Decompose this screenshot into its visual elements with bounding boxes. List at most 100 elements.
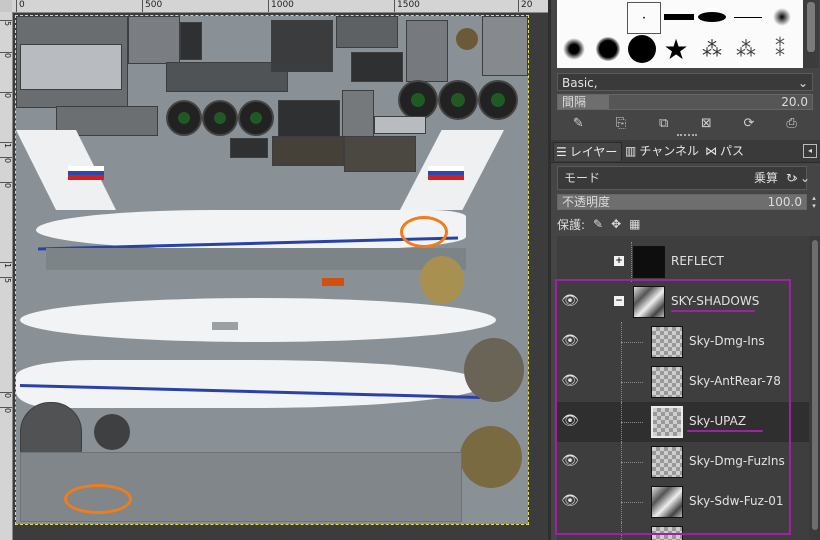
refresh-brushes-icon[interactable]: ⟳ <box>740 114 758 132</box>
lock-label: 保護: <box>557 217 586 232</box>
texture-panel <box>342 90 374 138</box>
lock-alpha-icon[interactable]: ▦ <box>629 217 640 231</box>
ruler-tick: 20 <box>518 0 532 12</box>
layer-row[interactable]: 👁 Sky-Dmg-Ins <box>557 322 809 362</box>
tab-layers[interactable]: ☰ レイヤー <box>553 142 623 161</box>
layer-row[interactable] <box>557 522 809 540</box>
opacity-label: 不透明度 <box>562 195 611 209</box>
tab-menu-icon[interactable]: ◂ <box>803 144 817 158</box>
collapse-group-icon[interactable]: − <box>614 296 624 306</box>
layers-scrollbar[interactable] <box>809 236 820 540</box>
ruler-corner[interactable] <box>0 0 12 12</box>
opacity-value: 100.0 <box>767 195 802 209</box>
reset-mode-icon[interactable]: ↻ <box>786 171 796 185</box>
tree-line <box>621 422 643 423</box>
horizontal-ruler[interactable]: 0 500 1000 1500 20 <box>12 0 548 13</box>
tree-line <box>621 502 643 503</box>
opacity-slider[interactable]: 不透明度 100.0 <box>557 194 807 210</box>
layer-row[interactable]: 👁 Sky-Sdw-Fuz-01 <box>557 482 809 522</box>
texture-image[interactable] <box>15 15 529 525</box>
texture-panel <box>336 16 398 48</box>
texture-panel <box>278 100 340 138</box>
brush-scrollbar[interactable] <box>803 0 819 68</box>
brush-tag-value: Basic, <box>562 76 598 90</box>
blend-mode-select[interactable]: モード 乗算 › <box>557 166 807 190</box>
brush-preset[interactable] <box>557 0 587 30</box>
visibility-eye-icon[interactable]: 👁 <box>559 492 581 510</box>
texture-panel <box>406 20 448 82</box>
new-brush-icon[interactable]: ⎘ <box>612 114 630 132</box>
tab-label: レイヤー <box>569 145 618 159</box>
layer-row[interactable]: + REFLECT <box>557 242 809 282</box>
brush-preset[interactable] <box>593 34 623 64</box>
layer-row[interactable]: 👁 Sky-AntRear-78 <box>557 362 809 402</box>
star-brush-icon[interactable]: ★ <box>661 33 691 66</box>
chevron-down-icon: ⌄ <box>797 76 808 90</box>
layer-row[interactable]: 👁 − SKY-SHADOWS <box>557 282 809 322</box>
layer-row[interactable]: 👁 Sky-Dmg-FuzIns <box>557 442 809 482</box>
visibility-eye-icon[interactable]: 👁 <box>559 332 581 350</box>
image-canvas-area[interactable]: 0 500 1000 1500 20 5 0 0 1 0 0 1 5 0 0 <box>0 0 548 540</box>
brush-preset[interactable] <box>767 2 797 32</box>
opacity-spinner[interactable]: ▴ ▾ <box>809 194 819 210</box>
texture-panel <box>482 16 528 76</box>
layer-row-selected[interactable]: 👁 Sky-UPAZ <box>557 402 809 442</box>
flag-left <box>68 166 104 180</box>
duplicate-brush-icon[interactable]: ⧉ <box>655 114 673 132</box>
brush-grid[interactable]: • ★ ⁂ ⁂ ⁑ <box>557 0 803 68</box>
splatter-brush-icon[interactable]: ⁂ <box>731 34 761 64</box>
spacing-label: 間隔 <box>562 95 587 109</box>
spacing-slider[interactable]: 間隔 20.0 <box>557 94 813 110</box>
brush-tag-select[interactable]: Basic, ⌄ <box>557 73 813 91</box>
dock-tabs: ☰ レイヤー ▥ チャンネル ⋈ パス ◂ <box>551 140 820 163</box>
fuselage-side-bottom <box>16 360 486 408</box>
layer-name: Sky-AntRear-78 <box>689 374 781 388</box>
visibility-eye-icon[interactable]: 👁 <box>559 412 581 430</box>
open-brush-as-image-icon[interactable]: ⎙ <box>783 114 801 132</box>
ruler-tick: 0 <box>16 0 25 12</box>
texture-panel <box>374 116 426 134</box>
tab-paths[interactable]: ⋈ パス <box>703 142 748 160</box>
splatter-brush-icon[interactable]: ⁂ <box>697 34 727 64</box>
visibility-eye-icon[interactable]: 👁 <box>559 372 581 390</box>
tab-channels[interactable]: ▥ チャンネル <box>623 142 703 160</box>
vertical-ruler[interactable]: 5 0 0 1 0 0 1 5 0 0 <box>0 12 13 540</box>
lock-row: 保護: ✎ ✥ ▦ <box>557 214 641 234</box>
layer-thumbnail <box>633 246 665 278</box>
brush-preset[interactable] <box>697 2 727 32</box>
ruler-tick: 1 <box>0 262 12 268</box>
texture-panel <box>20 402 82 454</box>
brush-preset[interactable] <box>559 34 589 64</box>
chevron-down-icon[interactable]: ⌄ <box>800 171 810 185</box>
brush-preset[interactable] <box>627 34 657 64</box>
tab-label: チャンネル <box>639 144 699 158</box>
tree-line <box>621 522 622 540</box>
lock-position-icon[interactable]: ✥ <box>611 217 621 231</box>
ruler-tick: 5 <box>0 277 12 283</box>
edit-brush-icon[interactable]: ✎ <box>569 114 587 132</box>
ruler-tick: 500 <box>142 0 162 12</box>
tree-line <box>631 242 632 282</box>
delete-brush-icon[interactable]: ⊠ <box>697 114 715 132</box>
scroll-thumb[interactable] <box>812 240 818 530</box>
brush-preset[interactable] <box>663 2 695 32</box>
layer-thumbnail <box>651 486 683 518</box>
layer-name: Sky-UPAZ <box>689 414 747 428</box>
channels-icon: ▥ <box>625 144 637 158</box>
brush-preset[interactable] <box>733 2 763 32</box>
brush-preset-selected[interactable]: • <box>627 2 661 34</box>
expand-group-icon[interactable]: + <box>614 256 624 266</box>
annotation-circle <box>64 484 132 514</box>
layers-list[interactable]: + REFLECT 👁 − SKY-SHADOWS 👁 Sky-Dmg-Ins … <box>557 236 809 540</box>
lock-pixels-icon[interactable]: ✎ <box>593 217 603 231</box>
splatter-brush-icon[interactable]: ⁑ <box>765 34 795 64</box>
layer-thumbnail <box>651 326 683 358</box>
scroll-thumb[interactable] <box>807 2 815 52</box>
visibility-eye-icon[interactable]: 👁 <box>559 292 581 310</box>
visibility-eye-icon[interactable]: 👁 <box>559 452 581 470</box>
paths-icon: ⋈ <box>705 144 717 158</box>
texture-panel <box>460 426 522 488</box>
layer-thumbnail <box>651 526 683 540</box>
ruler-tick: 1500 <box>394 0 420 12</box>
ruler-tick: 0 <box>0 392 12 398</box>
